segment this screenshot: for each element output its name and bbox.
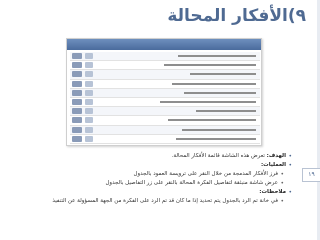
replied-flag [85, 89, 93, 96]
details-button[interactable] [72, 80, 82, 87]
table-row [70, 70, 260, 80]
details-button[interactable] [72, 71, 82, 78]
replied-flag [85, 126, 93, 133]
operation-item: فرز الأفكار المدمجة من خلال النقر على تر… [22, 170, 292, 179]
embedded-screenshot [66, 38, 262, 146]
note-item: في خانة تم الرد بالجدول يتم تحديد إذا ما… [22, 197, 292, 206]
details-button[interactable] [72, 89, 82, 96]
goal-label: الهدف: [266, 153, 286, 159]
goal-text: تعرض هذه الشاشة قائمة الأفكار المحالة. [171, 153, 265, 159]
screenshot-header-bar [67, 39, 261, 50]
idea-title-line [178, 55, 256, 57]
table-row [70, 80, 260, 89]
idea-title-line [168, 119, 256, 122]
idea-title-line [176, 137, 256, 140]
table-row [70, 116, 260, 126]
replied-flag [85, 71, 93, 78]
table-row [70, 52, 260, 62]
slide-title: ٩)الأفكار المحالة [167, 6, 306, 26]
table-row [70, 61, 260, 71]
page-number: ١٩ [302, 168, 320, 182]
replied-flag [85, 108, 93, 115]
notes-bullet: ملاحظات: [22, 188, 292, 197]
operations-label: العمليات: [260, 162, 286, 168]
slide: ٩)الأفكار المحالة الهدف: تعرض هذه الشاشة… [0, 0, 320, 240]
notes-label: ملاحظات: [259, 189, 286, 195]
replied-flag [85, 53, 93, 59]
table-row [70, 135, 260, 144]
idea-title-line [160, 100, 256, 103]
replied-flag [85, 117, 93, 124]
operation-item: عرض شاشة منبثقة لتفاصيل الفكرة المحالة ب… [22, 179, 292, 188]
replied-flag [85, 62, 93, 69]
replied-flag [85, 80, 93, 87]
idea-title-line [196, 110, 256, 113]
idea-title-line [172, 82, 256, 85]
details-button[interactable] [72, 53, 82, 59]
replied-flag [85, 135, 93, 142]
table-row [70, 98, 260, 108]
table-row [70, 107, 260, 117]
operations-bullet: العمليات: [22, 161, 292, 170]
idea-title-line [182, 128, 256, 131]
table-row [70, 88, 260, 98]
replied-flag [85, 98, 93, 105]
details-button[interactable] [72, 117, 82, 124]
slide-content: الهدف: تعرض هذه الشاشة قائمة الأفكار الم… [22, 152, 292, 206]
goal-bullet: الهدف: تعرض هذه الشاشة قائمة الأفكار الم… [22, 152, 292, 161]
details-button[interactable] [72, 126, 82, 133]
idea-title-line [184, 91, 256, 94]
table-row [70, 125, 260, 135]
details-button[interactable] [72, 98, 82, 105]
referred-ideas-table [70, 52, 260, 144]
idea-title-line [164, 64, 256, 67]
details-button[interactable] [72, 62, 82, 69]
details-button[interactable] [72, 135, 82, 142]
idea-title-line [190, 73, 256, 76]
details-button[interactable] [72, 108, 82, 115]
